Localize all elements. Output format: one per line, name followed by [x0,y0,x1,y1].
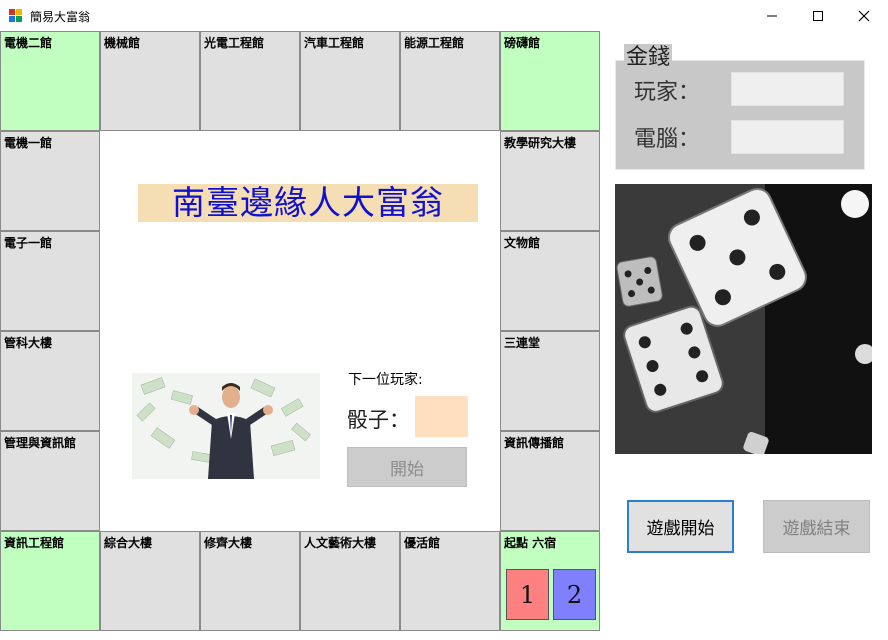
board-cell: 汽車工程館 [300,31,400,131]
roll-start-button[interactable]: 開始 [347,447,467,487]
cell-label: 人文藝術大樓 [304,536,377,550]
cell-label: 磅礴館 [504,36,541,50]
minimize-button[interactable] [749,0,795,31]
board-cell: 能源工程館 [400,31,500,131]
cell-label: 文物館 [504,236,541,250]
board-cell: 電子一館 [0,231,100,331]
game-end-button[interactable]: 遊戲結束 [763,500,870,553]
board-cell: 電機二館 [0,31,100,131]
cell-label: 電子一館 [4,236,53,250]
player-money-label: 玩家： [634,80,701,105]
cell-label: 起點 六宿 [504,536,557,550]
cell-label: 綜合大樓 [104,536,153,550]
board-cell: 機械館 [100,31,200,131]
board-cell: 資訊工程館 [0,531,100,631]
cell-label: 資訊工程館 [4,536,65,550]
board-cell: 修齊大樓 [200,531,300,631]
board-cell: 綜合大樓 [100,531,200,631]
cell-label: 修齊大樓 [204,536,253,550]
board-cell: 文物館 [500,231,600,331]
board-cell: 三連堂 [500,331,600,431]
app-icon [9,9,22,22]
cell-label: 管理與資訊館 [4,436,77,450]
close-button[interactable] [841,0,887,31]
player-token-2: 2 [553,569,596,620]
computer-money-field[interactable] [731,120,844,154]
cell-label: 管科大樓 [4,336,53,350]
cell-label: 三連堂 [504,336,541,350]
cell-label: 能源工程館 [404,36,465,50]
game-start-button[interactable]: 遊戲開始 [627,500,734,553]
player-token-1: 1 [506,569,549,620]
board-cell: 教學研究大樓 [500,131,600,231]
close-icon [858,10,870,21]
game-title: 南臺邊緣人大富翁 [138,184,478,222]
board-cell: 光電工程館 [200,31,300,131]
board-cell: 電機一館 [0,131,100,231]
dice-photo [615,184,872,454]
board-cell: 資訊傳播館 [500,431,600,531]
title-bar: 簡易大富翁 [0,0,888,31]
cell-label: 汽車工程館 [304,36,365,50]
board-cell: 磅礴館 [500,31,600,131]
maximize-icon [813,10,823,21]
board-cell: 管科大樓 [0,331,100,431]
cell-label: 光電工程館 [204,36,265,50]
dice-label: 骰子： [347,408,410,432]
window-title: 簡易大富翁 [30,10,91,24]
computer-money-label: 電腦： [634,127,701,152]
cell-label: 機械館 [104,36,141,50]
maximize-button[interactable] [795,0,841,31]
dice-value-box [415,396,468,437]
cell-label: 優活館 [404,536,441,550]
cell-label: 電機一館 [4,136,53,150]
next-player-label: 下一位玩家: [348,372,423,388]
minimize-icon [767,15,777,16]
cell-label: 教學研究大樓 [504,136,577,150]
money-legend: 金錢 [624,44,673,72]
board-cell: 優活館 [400,531,500,631]
cell-label: 電機二館 [4,36,53,50]
board-cell: 人文藝術大樓 [300,531,400,631]
cell-label: 資訊傳播館 [504,436,565,450]
player-money-field[interactable] [731,72,844,106]
businessman-photo [132,373,320,479]
board-cell: 管理與資訊館 [0,431,100,531]
